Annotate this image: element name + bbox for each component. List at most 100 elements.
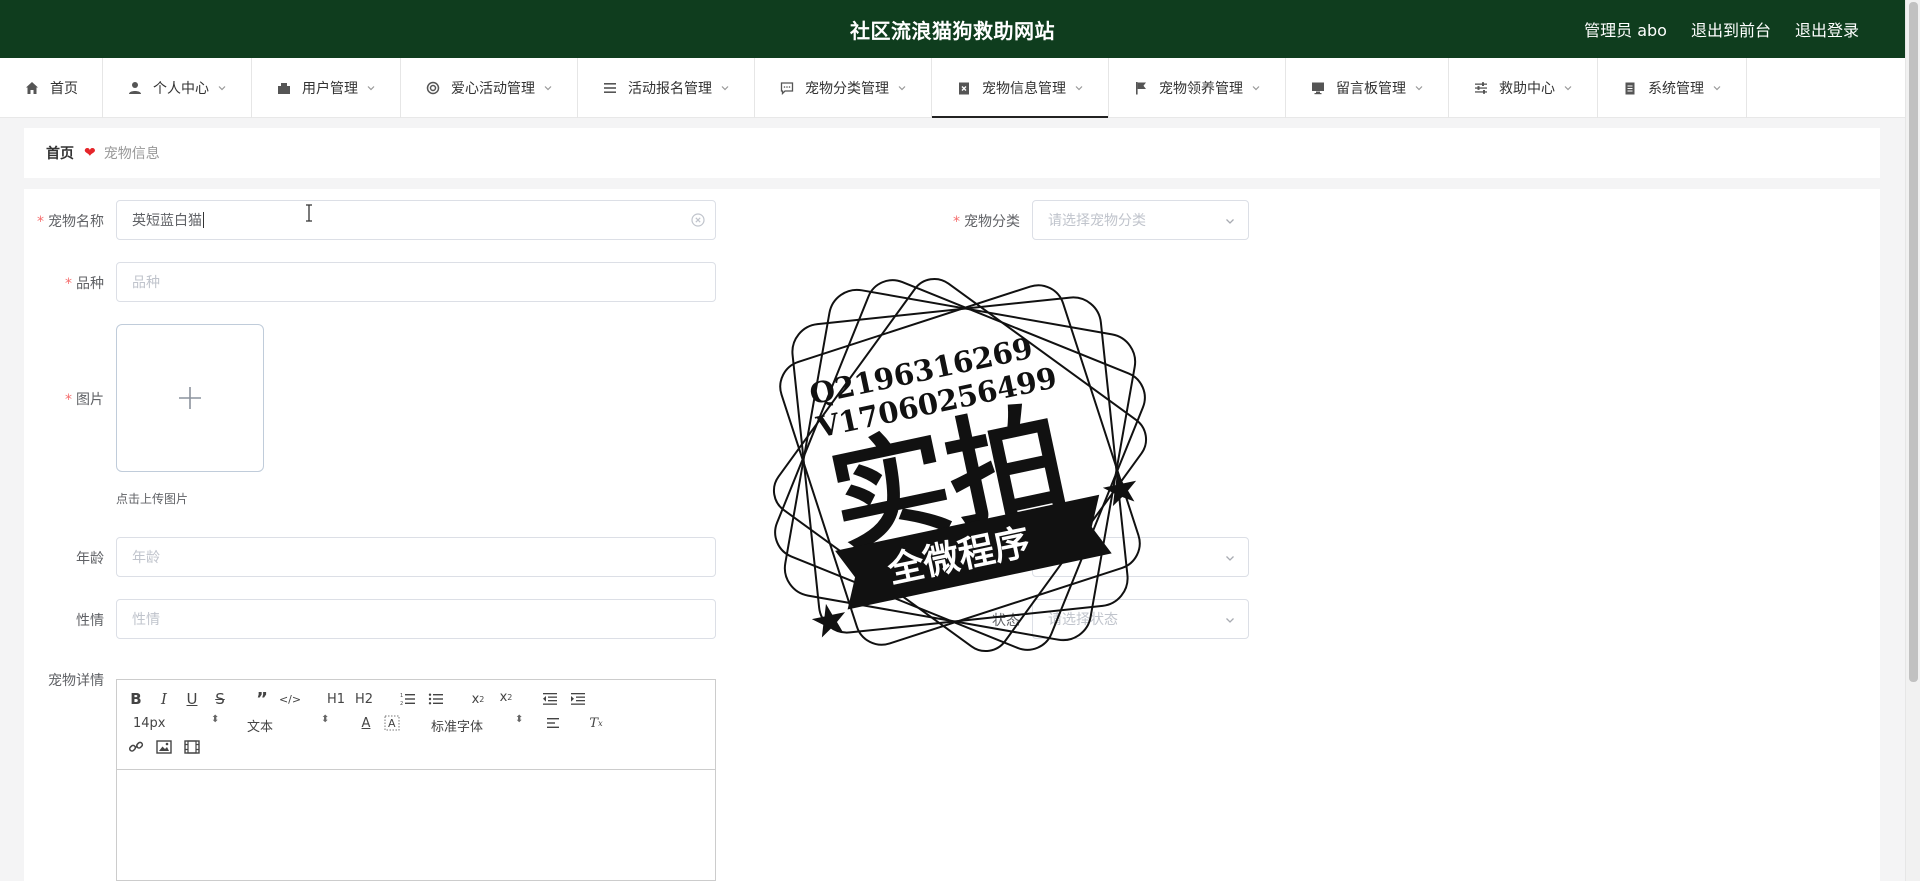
strike-icon[interactable]: S [211, 690, 229, 708]
rich-text-editor[interactable]: B I U S ” </> H1 H2 12 x2 x2 14px ⬍ 文本 ⬍… [116, 679, 716, 881]
scrollbar-thumb[interactable] [1909, 2, 1918, 682]
clipboard-x-icon [956, 80, 972, 96]
nav-item-users[interactable]: 用户管理 [252, 58, 401, 118]
temper-placeholder: 性情 [132, 612, 160, 628]
subscript-icon[interactable]: x2 [469, 690, 487, 708]
breed-input[interactable]: 品种 [116, 262, 716, 302]
chevron-down-icon [1414, 83, 1424, 93]
chat-icon [779, 80, 795, 96]
upload-tip: 点击上传图片 [116, 492, 189, 506]
outdent-icon[interactable] [541, 690, 559, 708]
chevron-down-icon [217, 83, 227, 93]
font-family-select[interactable]: 标准字体 [431, 716, 483, 735]
image-uploader[interactable] [116, 324, 264, 472]
chevron-down-icon [897, 83, 907, 93]
link-icon[interactable] [127, 738, 145, 756]
video-icon[interactable] [183, 738, 201, 756]
nav-item-system[interactable]: 系统管理 [1598, 58, 1747, 118]
underline-icon[interactable]: U [183, 690, 201, 708]
breed-label: * 品种 [65, 276, 104, 292]
age-label: 年龄 [76, 551, 104, 567]
heart-icon: ❤ [84, 145, 96, 161]
superscript-icon[interactable]: x2 [497, 688, 515, 706]
chevron-down-icon [366, 83, 376, 93]
nav-label: 活动报名管理 [628, 81, 712, 97]
svg-text:1: 1 [400, 693, 403, 699]
flag-icon [1133, 80, 1149, 96]
nav-item-pet-category[interactable]: 宠物分类管理 [755, 58, 932, 118]
monitor-icon [1310, 80, 1326, 96]
clear-format-icon[interactable]: Tx [587, 714, 605, 732]
quote-icon[interactable]: ” [253, 689, 271, 710]
nav-label: 爱心活动管理 [451, 81, 535, 97]
pet-name-label: * 宠物名称 [37, 214, 104, 230]
plus-icon [179, 387, 201, 409]
detail-label: 宠物详情 [48, 673, 104, 689]
chevron-down-icon [1224, 215, 1236, 227]
sliders-icon [1473, 80, 1489, 96]
nav-label: 首页 [50, 81, 78, 97]
chevron-down-icon [1074, 83, 1084, 93]
code-icon[interactable]: </> [279, 690, 301, 708]
breed-placeholder: 品种 [132, 275, 160, 291]
font-color-icon[interactable]: A [357, 714, 375, 732]
text-type-select[interactable]: 文本 [247, 716, 273, 735]
breadcrumb-home[interactable]: 首页 [46, 143, 74, 163]
logout-link[interactable]: 退出登录 [1795, 17, 1859, 41]
admin-user: 管理员 abo [1584, 21, 1667, 40]
temper-input[interactable]: 性情 [116, 599, 716, 639]
clipboard-icon [1622, 80, 1638, 96]
chevron-down-icon [1563, 83, 1573, 93]
updown-icon: ⬍ [515, 714, 524, 725]
pet-name-input[interactable]: 英短蓝白猫 [116, 200, 716, 240]
editor-toolbar: B I U S ” </> H1 H2 12 x2 x2 14px ⬍ 文本 ⬍… [117, 680, 715, 770]
nav-item-personal[interactable]: 个人中心 [103, 58, 252, 118]
font-size-select[interactable]: 14px [133, 716, 166, 731]
svg-text:A: A [388, 717, 396, 730]
nav-item-charity-activity[interactable]: 爱心活动管理 [401, 58, 578, 118]
age-input[interactable]: 年龄 [116, 537, 716, 577]
clear-icon[interactable] [691, 213, 705, 227]
bold-icon[interactable]: B [127, 690, 145, 708]
updown-icon: ⬍ [321, 714, 330, 725]
updown-icon: ⬍ [211, 714, 220, 725]
svg-text:2: 2 [400, 701, 403, 706]
page-scrollbar[interactable] [1905, 0, 1920, 881]
align-icon[interactable] [545, 714, 563, 732]
h2-icon[interactable]: H2 [353, 690, 375, 708]
nav-item-activity-signup[interactable]: 活动报名管理 [578, 58, 755, 118]
indent-icon[interactable] [569, 690, 587, 708]
age-placeholder: 年龄 [132, 550, 160, 566]
pet-category-select[interactable]: 请选择宠物分类 [1032, 200, 1249, 240]
nav-label: 个人中心 [153, 81, 209, 97]
background-color-icon[interactable]: A [383, 714, 401, 732]
chevron-down-icon [1251, 83, 1261, 93]
pet-name-value: 英短蓝白猫 [132, 213, 202, 229]
nav-label: 系统管理 [1648, 81, 1704, 97]
bullet-list-icon[interactable] [427, 690, 445, 708]
watermark-stamp: Q2196316269 V17060256499 实拍 全微程序 [772, 277, 1148, 653]
image-icon[interactable] [155, 738, 173, 756]
nav-item-pet-info[interactable]: 宠物信息管理 [932, 58, 1109, 118]
nav-item-message-board[interactable]: 留言板管理 [1286, 58, 1449, 118]
users-icon [276, 80, 292, 96]
chevron-down-icon [720, 83, 730, 93]
nav-item-pet-adoption[interactable]: 宠物领养管理 [1109, 58, 1286, 118]
nav-label: 留言板管理 [1336, 81, 1406, 97]
nav-label: 宠物信息管理 [982, 81, 1066, 97]
exit-to-front-link[interactable]: 退出到前台 [1691, 17, 1771, 41]
text-cursor-icon [306, 204, 312, 222]
main-nav: 首页 个人中心 用户管理 爱心活动管理 活动报名管理 宠物分类管理 宠物信息管理… [0, 58, 1905, 118]
user-icon [127, 80, 143, 96]
ordered-list-icon[interactable]: 12 [399, 690, 417, 708]
text-caret [203, 212, 204, 228]
h1-icon[interactable]: H1 [325, 690, 347, 708]
nav-item-rescue-center[interactable]: 救助中心 [1449, 58, 1598, 118]
chevron-down-icon [1712, 83, 1722, 93]
top-header: 社区流浪猫狗救助网站 管理员 abo 退出到前台 退出登录 [0, 0, 1905, 58]
pet-category-placeholder: 请选择宠物分类 [1048, 213, 1146, 229]
italic-icon[interactable]: I [155, 690, 173, 708]
image-label: * 图片 [65, 392, 104, 408]
nav-item-home[interactable]: 首页 [0, 58, 103, 118]
breadcrumb: 首页 ❤ 宠物信息 [24, 128, 1880, 178]
